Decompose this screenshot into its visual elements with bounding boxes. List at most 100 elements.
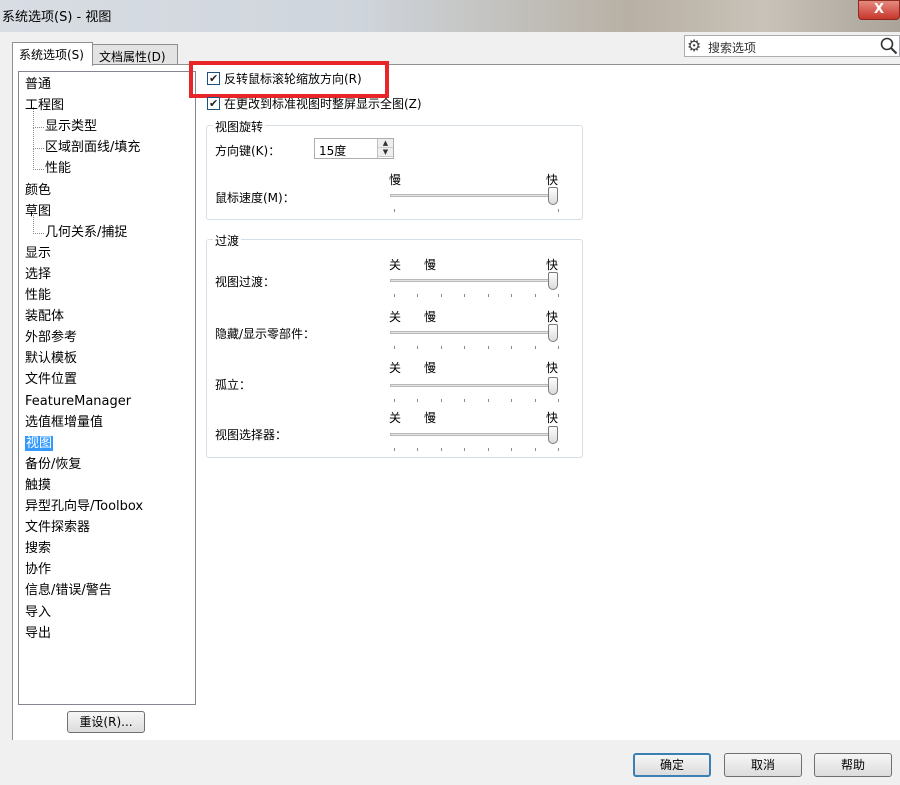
cancel-button[interactable]: 取消 (724, 753, 802, 777)
tree-item[interactable]: 文件位置 (25, 370, 77, 389)
slider-thumb[interactable] (548, 324, 558, 342)
options-tree[interactable]: 普通 工程图 显示类型 区域剖面线/填充 性能 颜色 草图 几何关系/捕捉 显示 选择 性能 装配体外… (18, 71, 196, 705)
slider-tick (558, 294, 559, 297)
isolate-slider[interactable] (390, 377, 562, 417)
slider-tick (440, 448, 442, 451)
tree-item[interactable]: 备份/恢复 (25, 455, 81, 474)
tree-item[interactable]: 异型孔向导/Toolbox (25, 497, 143, 516)
tree-item[interactable]: 工程图 (25, 96, 64, 115)
tab-document-properties[interactable]: 文档属性(D) (92, 44, 178, 65)
slider-tick (534, 399, 536, 402)
slider-track[interactable] (390, 279, 558, 282)
tree-item[interactable]: 导入 (25, 603, 51, 622)
slider-tick (511, 294, 513, 297)
tree-item-label: 备份/恢复 (25, 456, 82, 472)
view-transition-slow-label: 慢 (424, 258, 437, 272)
slider-track[interactable] (390, 194, 558, 197)
tree-item[interactable]: 性能 (29, 149, 71, 178)
view-transition-slider[interactable] (390, 272, 562, 312)
tree-item-label: 信息/错误/警告 (25, 583, 112, 599)
tree-item[interactable]: 选择 (25, 265, 51, 284)
slider-track[interactable] (390, 331, 558, 334)
tree-item-label: 选值框增量值 (25, 414, 104, 430)
ok-button[interactable]: 确定 (633, 753, 711, 777)
slider-tick (511, 448, 513, 451)
tree-item[interactable]: 普通 (25, 75, 51, 94)
help-button[interactable]: 帮助 (814, 753, 892, 777)
tree-item[interactable]: 显示 (25, 244, 51, 263)
view-transition-fast-label: 快 (546, 258, 559, 272)
hide-show-label: 隐藏/显示零部件： (215, 327, 316, 341)
tree-item[interactable]: 外部参考 (25, 328, 77, 347)
slider-tick (417, 294, 419, 297)
search-box[interactable]: ⚙ 搜索选项 (684, 35, 900, 57)
tree-item[interactable]: 颜色 (25, 181, 51, 200)
arrow-key-spinner[interactable]: 15度 ▲ ▼ (314, 138, 394, 159)
view-transition-off-label: 关 (389, 258, 402, 272)
isolate-off-label: 关 (389, 361, 402, 375)
tree-item-label: 区域剖面线/填充 (45, 140, 141, 156)
zoom-to-fit-option[interactable]: 在更改到标准视图时整屏显示全图(Z) (207, 95, 422, 113)
tree-item[interactable]: 视图 (25, 434, 54, 453)
hide-show-slider[interactable] (390, 324, 562, 364)
tree-item[interactable]: 几何关系/捕捉 (29, 212, 128, 242)
slider-tick (534, 346, 536, 349)
tree-item-label: 普通 (25, 77, 52, 92)
slider-tick (464, 448, 466, 451)
gear-icon[interactable]: ⚙ (687, 37, 701, 55)
tree-item-label: 搜索 (25, 541, 52, 557)
mouse-speed-slider[interactable] (390, 187, 562, 227)
zoom-to-fit-checkbox[interactable] (207, 95, 220, 112)
slider-tick (464, 399, 466, 402)
slider-tick (440, 346, 442, 349)
isolate-fast-label: 快 (546, 361, 559, 375)
slider-thumb[interactable] (548, 426, 558, 444)
tree-item-label: 默认模板 (25, 351, 78, 367)
close-button[interactable]: X (858, 0, 900, 20)
spin-up-icon[interactable]: ▲ (378, 139, 393, 148)
tree-item[interactable]: 搜索 (25, 539, 51, 558)
tree-item[interactable]: 选值框增量值 (25, 413, 103, 432)
magnifier-icon[interactable] (880, 37, 898, 58)
slider-thumb[interactable] (548, 272, 558, 290)
transition-title: 过渡 (213, 232, 242, 249)
tree-item-label: 性能 (25, 288, 52, 303)
slider-thumb[interactable] (548, 377, 558, 395)
reset-button[interactable]: 重设(R)... (67, 711, 145, 733)
tree-item[interactable]: 默认模板 (25, 349, 77, 368)
slider-tick (534, 294, 536, 297)
tree-item[interactable]: 导出 (25, 624, 51, 643)
view-selector-slider[interactable] (390, 426, 562, 466)
spin-down-icon[interactable]: ▼ (378, 148, 393, 157)
tree-item[interactable]: FeatureManager (25, 392, 131, 411)
slider-track[interactable] (390, 384, 558, 387)
view-rotation-title: 视图旋转 (213, 118, 266, 135)
arrow-key-value[interactable]: 15度 (319, 142, 346, 159)
tree-item-label: 导出 (25, 625, 52, 641)
slider-tick (464, 294, 466, 297)
mouse-speed-label: 鼠标速度(M)： (215, 191, 295, 205)
tree-item-label: 显示类型 (45, 119, 98, 135)
tree-item[interactable]: 文件探索器 (25, 518, 90, 537)
slider-tick (487, 346, 489, 349)
search-input[interactable]: 搜索选项 (708, 39, 756, 56)
slider-track[interactable] (390, 433, 558, 436)
mouse-speed-fast-label: 快 (546, 173, 559, 187)
tree-item[interactable]: 协作 (25, 560, 51, 579)
tree-item[interactable]: 信息/错误/警告 (25, 581, 112, 600)
slider-thumb[interactable] (548, 187, 558, 205)
tree-item[interactable]: 性能 (25, 286, 51, 305)
tree-item-label: FeatureManager (25, 393, 132, 409)
slider-tick (440, 294, 442, 297)
isolate-slow-label: 慢 (424, 361, 437, 375)
slider-tick (394, 448, 395, 451)
tree-item[interactable]: 区域剖面线/填充 (29, 128, 141, 157)
isolate-label: 孤立： (215, 378, 252, 392)
tree-item[interactable]: 触摸 (25, 476, 51, 495)
tree-item-label: 几何关系/捕捉 (45, 224, 128, 240)
spinner-arrows[interactable]: ▲ ▼ (377, 139, 393, 158)
tab-system-options[interactable]: 系统选项(S) (12, 42, 93, 66)
tree-item[interactable]: 装配体 (25, 307, 64, 326)
tree-item-label: 视图 (25, 435, 54, 451)
slider-tick (487, 294, 489, 297)
